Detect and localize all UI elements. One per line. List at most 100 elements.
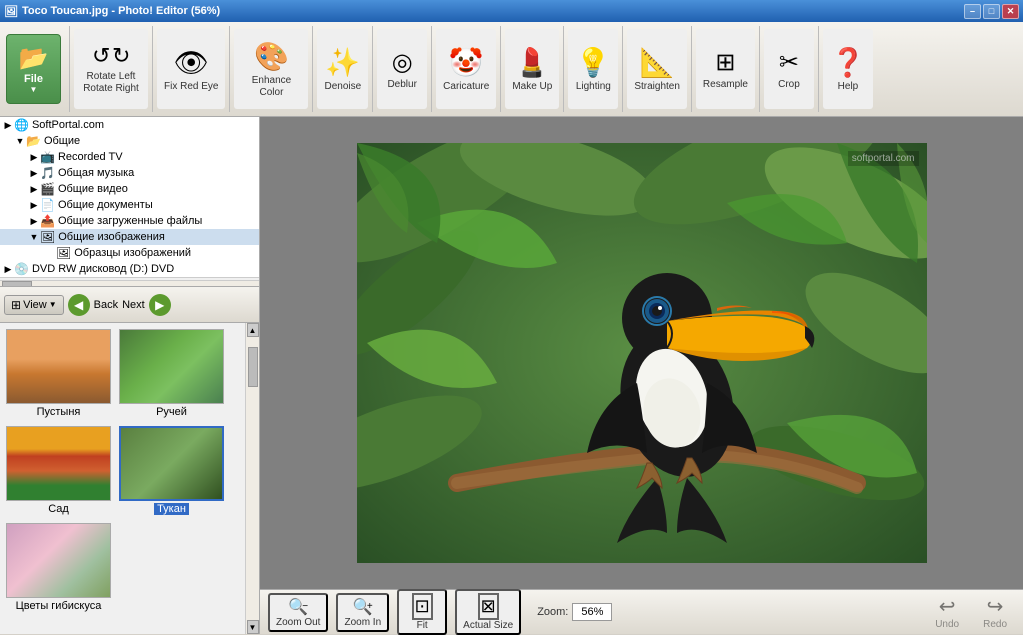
tree-item-recorded[interactable]: ▶ 📺 Recorded TV	[0, 149, 259, 165]
undo-icon: ↩	[939, 594, 956, 619]
crop-button[interactable]: ✂ Crop	[764, 29, 814, 109]
lighting-button[interactable]: 💡 Lighting	[568, 29, 618, 109]
dvd-icon: 💿	[14, 262, 29, 276]
tree-item-softportal[interactable]: ▶ 🌐 SoftPortal.com	[0, 117, 259, 133]
tree-item-video[interactable]: ▶ 🎬 Общие видео	[0, 181, 259, 197]
thumb-hibiscus-img	[6, 523, 111, 598]
tree-item-music[interactable]: ▶ 🎵 Общая музыка	[0, 165, 259, 181]
file-tree-scroll[interactable]: ▶ 🌐 SoftPortal.com ▼ 📂 Общие ▶ 📺 Recorde…	[0, 117, 259, 277]
tree-item-samples[interactable]: 🖼 Образцы изображений	[0, 245, 259, 261]
thumb-hibiscus-label: Цветы гибискуса	[16, 600, 102, 612]
thumb-item-garden[interactable]: Сад	[4, 424, 113, 517]
app-icon: 🖼	[4, 5, 18, 18]
minimize-button[interactable]: –	[964, 4, 981, 19]
maximize-button[interactable]: □	[983, 4, 1000, 19]
straighten-button[interactable]: 📐 Straighten	[627, 29, 687, 109]
view-button[interactable]: ⊞ View ▼	[4, 295, 64, 315]
actual-size-button[interactable]: ⊠ Actual Size	[455, 589, 521, 635]
file-button[interactable]: 📂 File ▼	[6, 34, 61, 104]
redo-button[interactable]: ↪ Redo	[975, 592, 1015, 632]
view-dropdown-arrow: ▼	[49, 300, 57, 309]
back-button[interactable]: ◀	[68, 294, 90, 316]
tree-item-images[interactable]: ▼ 🖼 Общие изображения	[0, 229, 259, 245]
softportal-icon: 🌐	[14, 118, 29, 132]
title-bar-buttons: – □ ✕	[964, 4, 1019, 19]
images-icon: 🖼	[40, 230, 55, 244]
zoom-out-button[interactable]: 🔍− Zoom Out	[268, 593, 328, 632]
undo-button[interactable]: ↩ Undo	[927, 592, 967, 632]
caricature-button[interactable]: 🤡 Caricature	[436, 29, 496, 109]
main-area: ▶ 🌐 SoftPortal.com ▼ 📂 Общие ▶ 📺 Recorde…	[0, 117, 1023, 634]
bottom-bar: 🔍− Zoom Out 🔍+ Zoom In ⊡ Fit ⊠ Actual Si…	[260, 589, 1023, 634]
expand-icon-images: ▼	[28, 231, 40, 243]
tree-item-uploads[interactable]: ▶ 📤 Общие загруженные файлы	[0, 213, 259, 229]
obschie-label: Общие	[44, 135, 80, 147]
thumb-garden-img	[6, 426, 111, 501]
canvas-scroll[interactable]: softportal.com	[260, 117, 1023, 589]
help-button[interactable]: ❓ Help	[823, 29, 873, 109]
tree-item-docs[interactable]: ▶ 📄 Общие документы	[0, 197, 259, 213]
toolbar: 📂 File ▼ ↻ ↻ Rotate Left Rotate Right 👁 …	[0, 22, 1023, 117]
rotate-button[interactable]: ↻ ↻ Rotate Left Rotate Right	[74, 29, 148, 109]
thumb-item-stream[interactable]: Ручей	[117, 327, 226, 420]
scrollbar-down[interactable]: ▼	[247, 620, 259, 634]
softportal-label: SoftPortal.com	[32, 119, 104, 131]
fit-button[interactable]: ⊡ Fit	[397, 589, 447, 635]
toolbar-group-redeye: 👁 Fix Red Eye	[153, 26, 230, 112]
grid-icon: ⊞	[11, 298, 21, 312]
thumb-toucan-img	[119, 426, 224, 501]
dvd-label: DVD RW дисковод (D:) DVD	[32, 263, 174, 275]
caricature-label: Caricature	[443, 81, 489, 93]
left-panel: ▶ 🌐 SoftPortal.com ▼ 📂 Общие ▶ 📺 Recorde…	[0, 117, 260, 634]
scrollbar-thumb[interactable]	[248, 347, 258, 387]
view-label: View	[23, 299, 47, 311]
expand-icon: ▶	[2, 119, 14, 131]
resample-button[interactable]: ⊞ Resample	[696, 29, 755, 109]
thumb-item-toucan[interactable]: Тукан	[117, 424, 226, 517]
title-bar-left: 🖼 Toco Toucan.jpg - Photo! Editor (56%)	[4, 5, 220, 18]
video-label: Общие видео	[58, 183, 128, 195]
redeye-label: Fix Red Eye	[164, 81, 218, 93]
tree-item-obschie[interactable]: ▼ 📂 Общие	[0, 133, 259, 149]
recorded-label: Recorded TV	[58, 151, 123, 163]
caricature-icon: 🤡	[449, 46, 484, 79]
deblur-button[interactable]: ◎ Deblur	[377, 29, 427, 109]
tree-item-dvd[interactable]: ▶ 💿 DVD RW дисковод (D:) DVD	[0, 261, 259, 277]
denoise-button[interactable]: ✨ Denoise	[317, 29, 368, 109]
scrollbar-up[interactable]: ▲	[247, 323, 259, 337]
next-label[interactable]: Next	[122, 299, 145, 311]
thumb-garden-label: Сад	[48, 503, 69, 515]
video-icon: 🎬	[40, 182, 55, 196]
toolbar-group-file: 📂 File ▼	[2, 26, 70, 112]
denoise-label: Denoise	[324, 81, 361, 93]
file-dropdown-arrow: ▼	[30, 85, 38, 94]
next-button[interactable]: ▶	[149, 294, 171, 316]
zoom-in-button[interactable]: 🔍+ Zoom In	[336, 593, 389, 632]
toucan-svg	[357, 143, 927, 563]
enhance-button[interactable]: 🎨 Enhance Color	[234, 29, 308, 109]
file-label: File	[24, 73, 43, 85]
deblur-label: Deblur	[387, 79, 416, 91]
resample-icon: ⊞	[715, 48, 735, 77]
samples-icon: 🖼	[56, 246, 71, 260]
uploads-icon: 📤	[40, 214, 55, 228]
back-label[interactable]: Back	[94, 299, 118, 311]
toolbar-group-caricature: 🤡 Caricature	[432, 26, 501, 112]
docs-label: Общие документы	[58, 199, 153, 211]
enhance-icon: 🎨	[254, 40, 289, 73]
enhance-label: Enhance Color	[241, 75, 301, 99]
thumb-item-desert[interactable]: Пустыня	[4, 327, 113, 420]
crop-label: Crop	[778, 79, 800, 91]
redeye-button[interactable]: 👁 Fix Red Eye	[157, 29, 225, 109]
lighting-icon: 💡	[576, 46, 611, 79]
close-button[interactable]: ✕	[1002, 4, 1019, 19]
file-tree: ▶ 🌐 SoftPortal.com ▼ 📂 Общие ▶ 📺 Recorde…	[0, 117, 259, 287]
redo-icon: ↪	[987, 594, 1004, 619]
expand-icon-samples	[44, 247, 56, 259]
resample-label: Resample	[703, 79, 748, 91]
thumb-item-hibiscus[interactable]: Цветы гибискуса	[4, 521, 113, 614]
denoise-icon: ✨	[325, 46, 360, 79]
makeup-button[interactable]: 💄 Make Up	[505, 29, 559, 109]
window-title: Toco Toucan.jpg - Photo! Editor (56%)	[22, 5, 220, 17]
zoom-input[interactable]	[572, 603, 612, 621]
